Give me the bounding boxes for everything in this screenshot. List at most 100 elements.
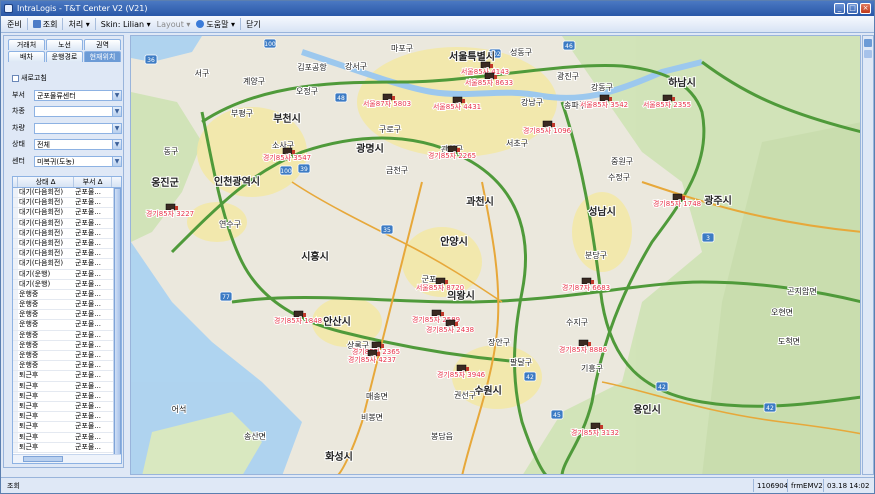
table-row[interactable]: 대기(운행) 군포물...	[13, 279, 121, 290]
status-bar: 조회 1106904 frmEMV2 03.18 14:02	[1, 477, 874, 493]
vehicle-plate-label[interactable]: 경기85사 1096	[522, 125, 573, 136]
header-label: 상태	[35, 178, 49, 186]
status-select[interactable]: 전체 ▼	[34, 138, 122, 150]
department-cell: 군포물...	[75, 279, 101, 288]
table-row[interactable]: 대기(다음회전) 군포물...	[13, 218, 121, 229]
tab-dispatch[interactable]: 배차	[8, 51, 45, 62]
table-row[interactable]: 대기(다음회전) 군포물...	[13, 198, 121, 209]
close-button[interactable]: 닫기	[243, 17, 264, 32]
vehicle-plate-label[interactable]: 경기85사 3547	[262, 152, 312, 163]
table-row[interactable]: 퇴근후 군포물...	[13, 381, 121, 392]
vehicle-type-select[interactable]: ▼	[34, 105, 122, 117]
table-row[interactable]: 퇴근후 군포물...	[13, 412, 121, 423]
vehicle-plate-label[interactable]: 경기85자 8886	[558, 344, 609, 355]
layout-label: Layout ▾	[156, 19, 191, 29]
map-side-toolbar	[862, 35, 874, 475]
scroll-thumb[interactable]	[114, 188, 121, 456]
road-number: 100	[264, 41, 276, 48]
table-row[interactable]: 운행중 군포물...	[13, 340, 121, 351]
chevron-down-icon[interactable]: ▼	[112, 106, 121, 116]
pin-icon[interactable]	[864, 39, 872, 47]
search-button[interactable]: 조회	[30, 17, 61, 32]
table-row[interactable]: 퇴근후 군포물...	[13, 401, 121, 413]
map-view[interactable]: 100 36 48 46 39 100 3 35 77 42 42 45 42 302 마포구 서울특별시 성…	[130, 35, 861, 475]
grid-vertical-scrollbar[interactable]	[113, 188, 121, 456]
table-row[interactable]: 대기(다음회전) 군포물...	[13, 238, 121, 250]
table-row[interactable]: 대기(다음회전) 군포물...	[13, 188, 121, 199]
table-row[interactable]: 대기(다음회전) 군포물...	[13, 249, 121, 260]
tab-current-location[interactable]: 현재위치	[84, 51, 121, 62]
vehicle-plate-label[interactable]: 경기85자 2265	[427, 150, 477, 161]
city-label: 시흥시	[301, 250, 329, 263]
scroll-thumb[interactable]	[23, 456, 63, 462]
process-menu[interactable]: 처리 ▾	[65, 17, 92, 32]
skin-menu[interactable]: Skin: Lilian ▾	[98, 17, 154, 32]
minimize-button[interactable]: _	[834, 3, 845, 14]
vehicle-plate-label[interactable]: 경기85자 3132	[570, 427, 620, 438]
city-label: 팔달구	[510, 357, 532, 367]
table-row[interactable]: 운행중 군포물...	[13, 310, 121, 321]
tab-customer[interactable]: 거래처	[8, 39, 45, 50]
vehicle-plate-label[interactable]: 서울85자 3542	[579, 99, 629, 110]
chevron-down-icon[interactable]: ▼	[112, 90, 121, 100]
maximize-button[interactable]: □	[847, 3, 858, 14]
filter-vehicle: 차량 ▼	[12, 122, 122, 134]
close-window-button[interactable]: ×	[860, 3, 871, 14]
vehicle-plate-label[interactable]: 경기85자 1748	[652, 198, 702, 209]
table-row[interactable]: 운행중 군포물...	[13, 289, 121, 301]
vehicle-plate-label[interactable]: 경기85사 2438	[425, 324, 475, 335]
vehicle-plate-label[interactable]: 경기87자 6683	[561, 282, 611, 293]
department-select[interactable]: 군포물류센터 ▼	[34, 89, 122, 101]
select-value: 군포물류센터	[37, 91, 76, 100]
checkbox-box[interactable]	[12, 74, 19, 82]
table-row[interactable]: 대기(다음회전) 군포물...	[13, 228, 121, 239]
column-header-status[interactable]: 상태 ∆	[18, 177, 74, 187]
chevron-down-icon[interactable]: ▼	[112, 123, 121, 133]
table-row[interactable]: 대기(다음회전) 군포물...	[13, 259, 121, 270]
table-row[interactable]: 대기(다음회전) 군포물...	[13, 208, 121, 219]
map-canvas[interactable]: 100364846391003357742424542302 마포구서울특별시 성…	[131, 36, 861, 475]
city-label: 동구	[164, 147, 179, 156]
tab-region[interactable]: 권역	[84, 39, 121, 50]
tab-route[interactable]: 노선	[46, 39, 83, 50]
city-label: 오현면	[771, 307, 793, 317]
select-value: 전체	[37, 140, 50, 149]
vehicle-plate-label[interactable]: 서울85자 2355	[642, 99, 692, 110]
vehicle-plate-label[interactable]: 서울85사 4431	[432, 101, 482, 112]
table-row[interactable]: 퇴근후 군포물...	[13, 371, 121, 382]
table-row[interactable]: 운행중 군포물...	[13, 330, 121, 341]
department-cell: 군포물...	[75, 432, 101, 441]
chevron-down-icon[interactable]: ▼	[112, 139, 121, 149]
vehicle-plate-label[interactable]: 경기85자 3946	[436, 369, 487, 380]
department-cell: 군포물...	[75, 442, 101, 451]
tab-row-1: 거래처 노선 권역	[8, 39, 122, 50]
column-header-department[interactable]: 부서 ∆	[74, 177, 112, 187]
table-row[interactable]: 퇴근후 군포물...	[13, 432, 121, 443]
table-row[interactable]: 대기(운행) 군포물...	[13, 269, 121, 280]
status-cell: 운행중	[19, 300, 39, 309]
layout-menu[interactable]: Layout ▾	[154, 17, 194, 32]
toolbar-divider	[94, 18, 96, 30]
table-row[interactable]: 운행중 군포물...	[13, 351, 121, 362]
chevron-down-icon[interactable]: ▼	[112, 156, 121, 166]
vehicle-plate-label[interactable]: 서울87자 5803	[362, 98, 412, 109]
help-menu[interactable]: 도움말 ▾	[193, 17, 238, 32]
vehicle-plate-label[interactable]: 서울85자 8633	[464, 77, 514, 88]
auto-refresh-checkbox[interactable]: 새로고침	[12, 73, 47, 83]
vehicle-plate-label[interactable]: 경기85사 4237	[347, 354, 397, 365]
grid-horizontal-scrollbar[interactable]	[13, 454, 121, 463]
table-row[interactable]: 운행중 군포물...	[13, 320, 121, 331]
ready-button[interactable]: 준비	[4, 17, 25, 32]
center-select[interactable]: 미복귀(도농) ▼	[34, 155, 122, 167]
vehicle-select[interactable]: ▼	[34, 122, 122, 134]
vehicle-plate-label[interactable]: 경기85자 3227	[145, 208, 195, 219]
table-row[interactable]: 퇴근후 군포물...	[13, 442, 121, 453]
table-row[interactable]: 퇴근후 군포물...	[13, 422, 121, 433]
table-row[interactable]: 운행중 군포물...	[13, 361, 121, 372]
table-row[interactable]: 퇴근후 군포물...	[13, 391, 121, 402]
vehicle-plate-label[interactable]: 서울85자 8720	[415, 282, 465, 293]
tab-driving-route[interactable]: 운행경로	[46, 51, 83, 62]
vehicle-plate-label[interactable]: 경기85자 1848	[273, 315, 323, 326]
table-row[interactable]: 운행중 군포물...	[13, 300, 121, 311]
layer-icon[interactable]	[864, 50, 872, 58]
